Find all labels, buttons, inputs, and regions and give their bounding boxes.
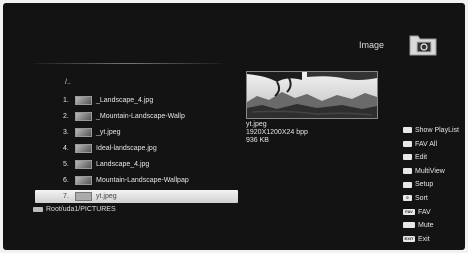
- image-file-icon: [75, 143, 92, 153]
- item-number: 1.: [63, 97, 69, 104]
- option-menu: Show PlayList FAV All Edit MultiView Set…: [403, 124, 459, 246]
- menu-item-label: MultiView: [415, 167, 445, 175]
- image-file-icon: [75, 191, 92, 201]
- item-number: 3.: [63, 129, 69, 136]
- item-number: 2.: [63, 113, 69, 120]
- menu-item-label: Exit: [418, 235, 430, 243]
- menu-item-label: Show PlayList: [415, 127, 459, 134]
- menu-item-fav-all[interactable]: FAV All: [403, 138, 459, 152]
- item-number: 7.: [63, 193, 69, 200]
- item-label: yt.jpeg: [96, 193, 117, 200]
- list-item[interactable]: 5. Landscape_4.jpg: [63, 158, 238, 171]
- image-file-icon: [75, 95, 92, 105]
- menu-key-icon: [403, 181, 412, 188]
- image-file-icon: [75, 127, 92, 137]
- item-label: Mountain-Landscape-Wallpap: [96, 177, 189, 184]
- image-file-icon: [75, 159, 92, 169]
- file-list: /.. 1. _Landscape_4.jpg 2. _Mountain-Lands…: [35, 79, 238, 206]
- file-dimensions: 1920X1200X24 bpp: [246, 129, 308, 136]
- breadcrumb: Root/uda1/PICTURES: [33, 206, 116, 213]
- page-title: Image: [359, 40, 385, 50]
- item-label: Ideal-landscape.jpg: [96, 145, 157, 152]
- yellow-key-icon: [403, 154, 412, 161]
- menu-item-exit[interactable]: EXIT Exit: [403, 233, 459, 247]
- list-item[interactable]: 3. _yt.jpeg: [63, 126, 238, 139]
- image-preview: [246, 71, 378, 119]
- image-folder-icon: [409, 35, 437, 56]
- menu-item-sort[interactable]: 0 Sort: [403, 192, 459, 206]
- path-text: Root/uda1/PICTURES: [46, 206, 116, 213]
- zero-key-icon: 0: [403, 195, 412, 202]
- list-item-selected[interactable]: 7. yt.jpeg: [35, 190, 238, 203]
- header-divider: [33, 63, 223, 64]
- item-label: Landscape_4.jpg: [96, 161, 150, 168]
- menu-item-show-playlist[interactable]: Show PlayList: [403, 124, 459, 138]
- menu-item-label: FAV All: [415, 140, 438, 148]
- menu-item-mute[interactable]: Mute: [403, 219, 459, 233]
- menu-item-label: Edit: [415, 154, 428, 162]
- list-item[interactable]: 2. _Mountain-Landscape-Wallp: [63, 110, 238, 123]
- list-item[interactable]: 4. Ideal-landscape.jpg: [63, 142, 238, 155]
- menu-item-fav[interactable]: FAV FAV: [403, 206, 459, 220]
- folder-path-icon: [33, 206, 43, 212]
- image-file-icon: [75, 175, 92, 185]
- green-key-icon: [403, 140, 412, 147]
- fav-key-icon: FAV: [403, 208, 415, 215]
- menu-item-edit[interactable]: Edit: [403, 151, 459, 165]
- mute-key-icon: [403, 222, 415, 229]
- menu-item-multiview[interactable]: MultiView: [403, 165, 459, 179]
- item-label: _Mountain-Landscape-Wallp: [96, 113, 185, 120]
- item-number: 6.: [63, 177, 69, 184]
- red-key-icon: [403, 127, 412, 134]
- media-browser-screen: Image /.. 1. _Landscape_4.jpg 2. _Mountain…: [3, 3, 465, 250]
- exit-key-icon: EXIT: [403, 235, 415, 242]
- list-item[interactable]: 6. Mountain-Landscape-Wallpap: [63, 174, 238, 187]
- list-item[interactable]: 1. _Landscape_4.jpg: [63, 94, 238, 107]
- menu-item-label: Sort: [415, 194, 428, 202]
- file-info: yt.jpeg 1920X1200X24 bpp 936 KB: [246, 121, 308, 145]
- blue-key-icon: [403, 167, 412, 174]
- item-number: 4.: [63, 145, 69, 152]
- menu-item-label: Mute: [418, 222, 434, 230]
- item-label: _yt.jpeg: [96, 129, 121, 136]
- menu-item-setup[interactable]: Setup: [403, 178, 459, 192]
- file-name: yt.jpeg: [246, 121, 267, 128]
- parent-folder-item[interactable]: /..: [63, 79, 238, 91]
- image-file-icon: [75, 111, 92, 121]
- menu-item-label: FAV: [418, 208, 431, 216]
- file-size: 936 KB: [246, 137, 269, 144]
- item-number: 5.: [63, 161, 69, 168]
- item-label: _Landscape_4.jpg: [96, 97, 154, 104]
- menu-item-label: Setup: [415, 181, 434, 189]
